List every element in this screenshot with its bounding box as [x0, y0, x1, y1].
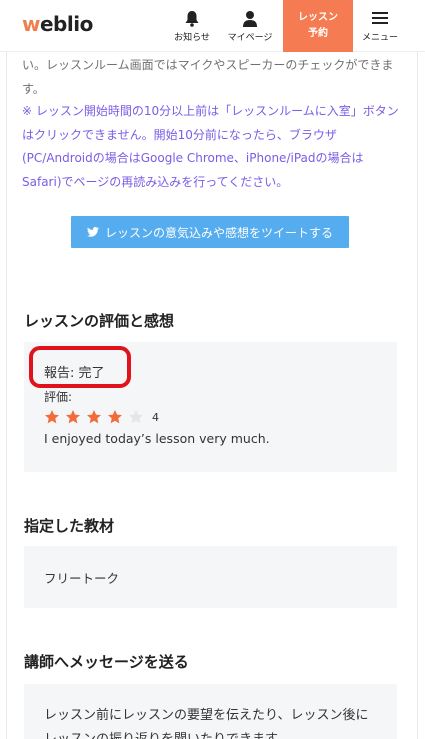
reserve-line2: 予約 [308, 28, 328, 39]
rating-value: 4 [152, 410, 159, 424]
logo-w: w [22, 12, 40, 36]
lesson-comment: I enjoyed today’s lesson very much. [44, 431, 270, 446]
star-rating: 4 [44, 409, 159, 425]
hamburger-icon [372, 9, 388, 27]
nav-mypage-label: マイページ [227, 32, 273, 43]
material-title: 指定した教材 [24, 517, 115, 535]
bell-icon [185, 10, 199, 27]
content-border-left [6, 52, 7, 739]
nav-mypage[interactable]: マイページ [222, 0, 278, 52]
site-header: weblio お知らせ マイページ レッスン 予約 メニュー [0, 0, 425, 52]
star-icon-filled [66, 410, 80, 424]
mic-check-note: い。レッスンルーム画面ではマイクやスピーカーのチェックができます。 [22, 58, 394, 96]
content-border-right [417, 52, 418, 739]
report-highlight-circle [29, 346, 131, 388]
nav-menu-label: メニュー [361, 33, 398, 43]
twitter-bird-icon [86, 227, 99, 237]
entry-time-note: ※ レッスン開始時間の10分以上前は「レッスンルームに入室」ボタンはクリックでき… [22, 104, 399, 189]
user-icon [243, 10, 257, 27]
nav-menu[interactable]: メニュー [356, 0, 404, 52]
star-icon-filled [87, 410, 101, 424]
star-icon-empty [129, 410, 143, 424]
evaluation-title: レッスンの評価と感想 [24, 312, 175, 330]
message-title: 講師へメッセージを送る [24, 653, 189, 671]
tweet-button-label: レッスンの意気込みや感想をツイートする [104, 225, 333, 240]
nav-reserve-button[interactable]: レッスン 予約 [283, 0, 353, 52]
tweet-button[interactable]: レッスンの意気込みや感想をツイートする [71, 216, 349, 248]
nav-notice[interactable]: お知らせ [170, 0, 214, 52]
reserve-line1: レッスン [298, 12, 338, 23]
weblio-logo[interactable]: weblio [22, 12, 93, 36]
nav-notice-label: お知らせ [174, 32, 210, 43]
star-icon-filled [108, 410, 122, 424]
message-description: レッスン前にレッスンの要望を伝えたり、レッスン後にレッスンの振り返りを聞いたりで… [44, 708, 369, 739]
logo-rest: eblio [39, 12, 93, 36]
rating-label: 評価: [44, 390, 73, 404]
star-icon-filled [45, 410, 59, 424]
material-value: フリートーク [44, 571, 120, 586]
